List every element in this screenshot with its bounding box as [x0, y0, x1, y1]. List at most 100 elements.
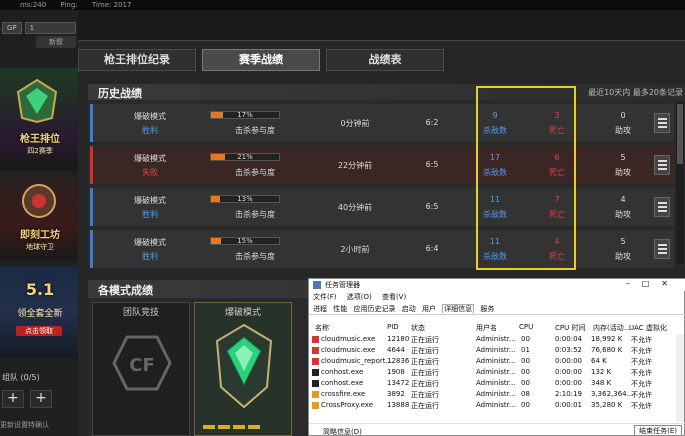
tab-details[interactable]: 详细信息 — [442, 304, 475, 313]
row-menu-button[interactable] — [654, 113, 670, 133]
history-row: 爆破模式 失败 21% 击杀参与度 22分钟前 6:5 17 杀敌数 6 死亡 5 助攻 — [90, 146, 674, 184]
promo-ranked-banner[interactable]: 枪王排位 四2赛季 — [0, 68, 78, 170]
assists-value: 5 — [620, 237, 626, 246]
process-uac: 不允许 — [631, 347, 652, 355]
top-status-bar: ms:240 Ping: Time: 2017 — [0, 0, 685, 10]
process-mem: 35,280 K — [591, 401, 623, 409]
history-row: 爆破模式 胜利 13% 击杀参与度 40分钟前 6:5 11 杀敌数 7 死亡 4 助攻 — [90, 188, 674, 226]
add-squad-member-button[interactable]: + — [30, 390, 52, 408]
process-row[interactable]: cloudmusic_report... 12836 正在运行 Administr..… — [309, 357, 685, 367]
process-user: Administr... — [476, 368, 516, 376]
history-scrollbar[interactable] — [676, 102, 684, 264]
row-menu-button[interactable] — [654, 155, 670, 175]
process-row[interactable]: conhost.exe 1908 正在运行 Administr... 00 0:00:00… — [309, 368, 685, 378]
process-user: Administr... — [476, 346, 516, 354]
match-result: 胜利 — [142, 210, 158, 219]
col-status[interactable]: 状态 — [411, 323, 425, 333]
result-stripe — [90, 230, 93, 268]
process-mem: 64 K — [591, 357, 607, 365]
tm-menubar: 文件(F) 选项(O) 查看(V) — [309, 292, 685, 303]
new-button[interactable]: 新叙 — [36, 36, 76, 48]
process-icon — [312, 380, 319, 387]
tab-app-history[interactable]: 应用历史记录 — [353, 305, 395, 313]
assists-label: 助攻 — [615, 168, 631, 177]
process-uac: 不允许 — [631, 369, 652, 377]
mode-card-team[interactable]: 团队竞技 CF — [92, 302, 190, 436]
participation-label: 击杀参与度 — [235, 168, 275, 177]
row-menu-button[interactable] — [654, 197, 670, 217]
menu-options[interactable]: 选项(O) — [347, 293, 372, 301]
process-row[interactable]: crossfire.exe 3892 正在运行 Administr... 08 2:10:… — [309, 390, 685, 400]
process-status: 正在运行 — [411, 347, 439, 355]
gp-label: GP — [2, 22, 22, 34]
tab-startup[interactable]: 启动 — [402, 305, 416, 313]
gp-value: 1 — [24, 22, 76, 34]
end-task-button[interactable]: 结束任务(E) — [634, 425, 682, 436]
process-user: Administr... — [476, 390, 516, 398]
tab-processes[interactable]: 进程 — [313, 305, 327, 313]
rank-progress-dots — [203, 425, 260, 429]
process-cpu: 00 — [521, 335, 530, 343]
tab-ranked-record[interactable]: 枪王排位纪录 — [78, 49, 196, 71]
process-cpu: 00 — [521, 368, 530, 376]
fewer-details-link[interactable]: 简略信息(D) — [323, 427, 362, 436]
process-pid: 3892 — [387, 390, 405, 398]
process-status: 正在运行 — [411, 336, 439, 344]
tab-season-stats[interactable]: 赛季战绩 — [202, 49, 320, 71]
process-mem: 132 K — [591, 368, 612, 376]
process-cpu: 00 — [521, 357, 530, 365]
process-icon — [312, 402, 319, 409]
menu-file[interactable]: 文件(F) — [313, 293, 337, 301]
process-cputime: 0:00:04 — [555, 335, 582, 343]
process-pid: 12836 — [387, 357, 410, 365]
process-name: CrossProxy.exe — [321, 401, 374, 409]
mode-card-demolition[interactable]: 爆破模式 — [194, 302, 292, 436]
col-cpu-time[interactable]: CPU 时间 — [555, 323, 585, 333]
col-name[interactable]: 名称 — [315, 323, 329, 333]
tm-scrollbar[interactable] — [676, 334, 684, 422]
promo3-subtitle: 领全套全新 — [17, 309, 63, 319]
process-mem: 76,680 K — [591, 346, 623, 354]
process-row[interactable]: CrossProxy.exe 13888 正在运行 Administr... 00 0:0… — [309, 401, 685, 411]
result-stripe — [90, 146, 93, 184]
tm-titlebar: 任务管理器 –□✕ — [309, 279, 685, 291]
mode-card-label: 爆破模式 — [224, 308, 261, 318]
promo-event-banner[interactable]: 5.1 领全套全新 点击领取 — [0, 266, 78, 358]
process-row[interactable]: cloudmusic.exe 4644 正在运行 Administr... 01 0:03… — [309, 346, 685, 356]
col-cpu[interactable]: CPU — [519, 323, 533, 331]
process-cputime: 0:00:01 — [555, 401, 582, 409]
add-squad-member-button[interactable]: + — [2, 390, 24, 408]
menu-view[interactable]: 查看(V) — [382, 293, 406, 301]
col-uac[interactable]: UAC 虚拟化 — [629, 323, 667, 333]
tab-services[interactable]: 服务 — [480, 305, 494, 313]
mode-name: 爆破模式 — [134, 112, 166, 121]
process-cpu: 00 — [521, 401, 530, 409]
tab-users[interactable]: 用户 — [422, 305, 436, 313]
col-memory[interactable]: 内存(活动... — [593, 323, 630, 333]
assists-value: 4 — [620, 195, 626, 204]
process-status: 正在运行 — [411, 391, 439, 399]
participation-pct: 21% — [237, 153, 253, 161]
participation-pct: 17% — [237, 111, 253, 119]
process-icon — [312, 369, 319, 376]
process-status: 正在运行 — [411, 358, 439, 366]
process-row[interactable]: cloudmusic.exe 12180 正在运行 Administr... 00 0:0… — [309, 335, 685, 345]
tab-performance[interactable]: 性能 — [333, 305, 347, 313]
promo1-title: 枪王排位 — [20, 134, 60, 145]
match-result: 失败 — [142, 168, 158, 177]
process-uac: 不允许 — [631, 358, 652, 366]
row-menu-button[interactable] — [654, 239, 670, 259]
match-score: 6:4 — [425, 244, 439, 253]
col-user[interactable]: 用户名 — [476, 323, 497, 333]
squad-slots: + + — [2, 390, 52, 408]
promo3-claim-button[interactable]: 点击领取 — [16, 326, 62, 336]
promo-workshop-banner[interactable]: 即刻工坊 地球守卫 — [0, 176, 78, 260]
process-row[interactable]: conhost.exe 13472 正在运行 Administr... 00 0:00:0… — [309, 379, 685, 389]
col-pid[interactable]: PID — [387, 323, 399, 331]
window-controls[interactable]: –□✕ — [626, 279, 680, 288]
scrollbar-thumb[interactable] — [677, 104, 683, 164]
result-stripe — [90, 104, 93, 142]
assists-label: 助攻 — [615, 210, 631, 219]
process-cpu: 08 — [521, 390, 530, 398]
tab-stats-table[interactable]: 战绩表 — [326, 49, 444, 71]
